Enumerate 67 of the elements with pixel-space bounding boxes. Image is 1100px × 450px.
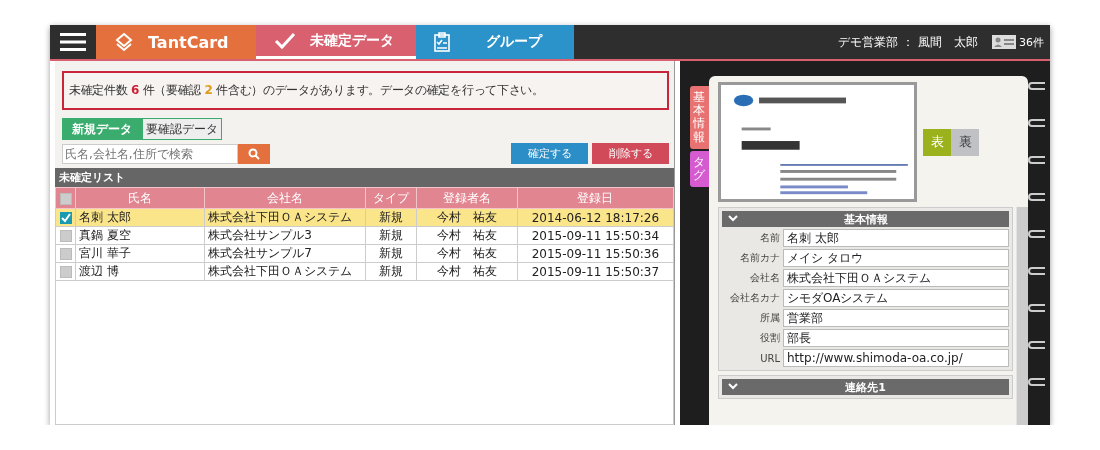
table-cell: 今村 祐友 <box>416 262 518 281</box>
column-header[interactable]: 登録者名 <box>416 187 518 209</box>
table-cell: 渡辺 博 <box>75 262 205 281</box>
delete-button[interactable]: 削除する <box>592 143 669 164</box>
table-cell: 2015-09-11 15:50:36 <box>517 244 674 263</box>
user-name: デモ営業部 ： 風間 太郎 <box>838 33 978 51</box>
field-label: 名前 <box>759 231 780 245</box>
search-button[interactable] <box>238 143 270 164</box>
row-checkbox[interactable] <box>59 211 72 224</box>
row-checkbox[interactable] <box>59 266 72 278</box>
stacked-diamond-icon <box>114 32 134 52</box>
table-cell: 株式会社サンプル7 <box>204 244 366 263</box>
field-label: URL <box>759 352 780 364</box>
section-header[interactable]: 連絡先1 <box>722 379 1010 395</box>
input-field[interactable]: メイシ タロウ <box>783 249 1010 267</box>
select-all-checkbox[interactable] <box>59 192 72 205</box>
field-label: 会社名 <box>749 271 780 285</box>
table-cell: 今村 祐友 <box>416 226 518 245</box>
checkmark-icon <box>274 31 296 50</box>
input-field[interactable]: 株式会社下田ＯＡシステム <box>783 269 1010 287</box>
nav-tab[interactable]: 未確定データ <box>256 25 416 59</box>
side-tab[interactable]: 基本情報 <box>690 86 709 149</box>
chevron-down-icon <box>728 215 738 222</box>
table-cell: 2015-09-11 15:50:37 <box>517 262 674 281</box>
field-label: 所属 <box>759 311 780 325</box>
input-field[interactable]: 部長 <box>783 329 1010 347</box>
app-logo[interactable]: TantCard <box>96 25 256 59</box>
card-count: 36件 <box>1019 34 1044 50</box>
table-cell: 真鍋 夏空 <box>75 226 205 245</box>
chevron-down-icon <box>728 383 738 390</box>
search-icon <box>248 147 260 160</box>
column-header[interactable]: タイプ <box>366 187 417 209</box>
row-checkbox[interactable] <box>59 230 72 242</box>
table-cell: 2015-09-11 15:50:34 <box>517 226 674 245</box>
input-field[interactable]: シモダOAシステム <box>783 289 1010 307</box>
card-side-toggle[interactable]: 表 <box>923 128 951 156</box>
input-field[interactable]: http://www.shimoda-oa.co.jp/ <box>783 349 1010 367</box>
input-field[interactable]: 名刺 太郎 <box>783 229 1010 247</box>
column-header[interactable]: 登録日 <box>517 187 674 209</box>
data-tab[interactable]: 要確認データ <box>142 118 222 140</box>
section-header[interactable]: 基本情報 <box>722 211 1010 227</box>
row-checkbox[interactable] <box>59 248 72 260</box>
scrollbar[interactable] <box>1016 207 1028 425</box>
menu-icon[interactable] <box>60 32 86 52</box>
table-cell: 新規 <box>366 226 417 245</box>
nav-tab[interactable]: グループ <box>416 25 574 59</box>
input-field[interactable]: 営業部 <box>783 309 1010 327</box>
column-header[interactable]: 氏名 <box>75 187 205 209</box>
field-label: 会社名カナ <box>729 291 780 305</box>
column-header[interactable]: 会社名 <box>204 187 366 209</box>
confirm-button[interactable]: 確定する <box>511 143 588 164</box>
id-card-icon <box>992 35 1016 49</box>
data-tab[interactable]: 新規データ <box>62 118 142 140</box>
search-input[interactable]: 氏名,会社名,住所で検索 <box>63 145 237 162</box>
table-cell: 新規 <box>366 262 417 281</box>
table-cell: 株式会社サンプル3 <box>204 226 366 245</box>
field-label: 役割 <box>759 331 780 345</box>
side-tab[interactable]: タグ <box>690 150 709 188</box>
table-cell: 株式会社下田ＯＡシステム <box>204 262 366 281</box>
notice-message: 未確定件数 6 件（要確認 2 件含む）のデータがあります。データの確定を行って下さい。 <box>62 71 669 110</box>
list-title: 未確定リスト <box>55 168 674 187</box>
card-side-toggle[interactable]: 裏 <box>951 128 979 156</box>
table-cell: 新規 <box>366 244 417 263</box>
field-label: 名前カナ <box>739 251 780 265</box>
checklist-icon <box>434 32 450 52</box>
table-cell: 今村 祐友 <box>416 244 518 263</box>
table-cell: 宮川 華子 <box>75 244 205 263</box>
